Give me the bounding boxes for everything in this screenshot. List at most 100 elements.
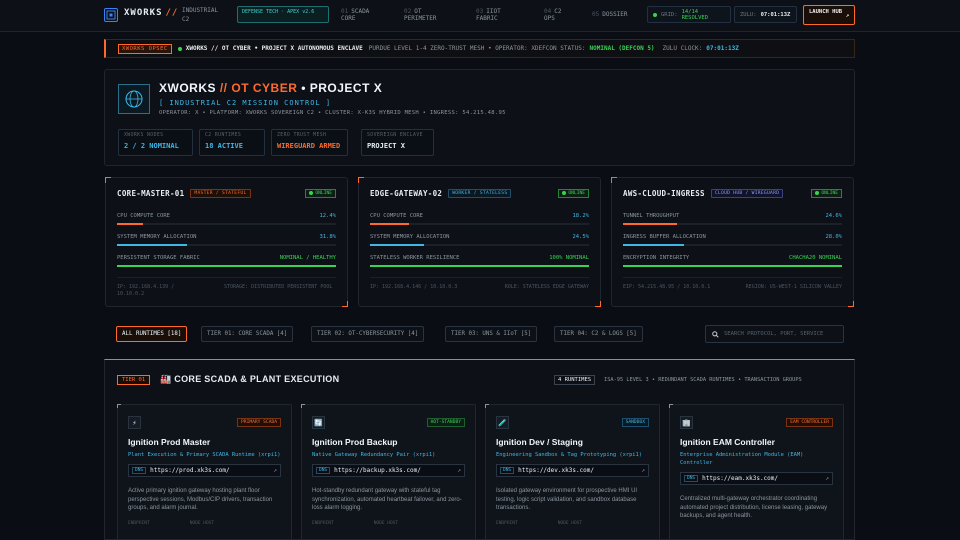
metric-value: 31.8%	[319, 234, 336, 240]
node-card-aws-ingress[interactable]: AWS-CLOUD-INGRESS CLOUD HUB / WIREGUARD …	[611, 177, 854, 307]
zulu-clock: ZULU: 07:01:13Z	[734, 6, 797, 23]
node-name: EDGE-GATEWAY-02	[370, 188, 443, 198]
external-link-icon: ↗	[273, 467, 277, 474]
service-description: Isolated gateway environment for prospec…	[496, 488, 638, 511]
search-input[interactable]: SEARCH PROTOCOL, PORT, SERVICE	[705, 325, 844, 343]
divider	[370, 277, 589, 278]
node-host-label: NODE HOST	[373, 520, 399, 526]
grid-status: GRID: 14/14 RESOLVED	[647, 6, 731, 23]
stat-value: 2 / 2 NOMINAL	[124, 142, 179, 150]
search-placeholder: SEARCH PROTOCOL, PORT, SERVICE	[724, 331, 824, 337]
service-url-link[interactable]: DNS https://eam.xk3s.com/ ↗	[680, 472, 833, 485]
service-url: https://eam.xk3s.com/	[702, 475, 778, 482]
service-card-prod-backup[interactable]: 🔄 HOT-STANDBY Ignition Prod Backup Native…	[301, 404, 476, 540]
nav-item-dossier[interactable]: 05 DOSSIER	[592, 11, 628, 18]
service-url-link[interactable]: DNS https://backup.xk3s.com/ ↗	[312, 464, 465, 477]
title-brand: XWORKS	[159, 81, 216, 95]
service-card-dev-staging[interactable]: 🧪 SANDBOX Ignition Dev / Staging Engineer…	[485, 404, 660, 540]
stat-label: ZERO TRUST MESH	[277, 133, 327, 138]
metric-bar	[117, 265, 336, 267]
logo-icon[interactable]	[104, 8, 118, 22]
metric-bar	[370, 244, 589, 246]
online-label: ONLINE	[568, 190, 585, 196]
metric-bar-fill	[623, 223, 677, 225]
node-ip: IP: 192.168.4.139 / 10.10.0.2	[117, 284, 175, 297]
stat-label: XWORKS NODES	[124, 133, 164, 138]
nav-item-c2-ops[interactable]: 04 C2 OPS	[544, 8, 574, 22]
globe-icon	[118, 84, 150, 114]
service-name: Ignition EAM Controller	[680, 437, 775, 447]
node-role-tag: CLOUD HUB / WIREGUARD	[710, 188, 784, 198]
metric-bar	[370, 265, 589, 267]
metric-value: 24.6%	[825, 213, 842, 219]
page-meta: OPERATOR: X • PLATFORM: XWORKS SOVEREIGN…	[159, 110, 506, 116]
filter-tier-02[interactable]: TIER 02: OT-CYBERSECURITY [4]	[311, 326, 425, 342]
stat-enclave: SOVEREIGN ENCLAVE PROJECT X	[361, 129, 434, 156]
node-card-edge-gateway[interactable]: EDGE-GATEWAY-02 WORKER / STATELESS ONLIN…	[358, 177, 601, 307]
dns-tag: DNS	[684, 475, 699, 482]
test-tube-icon: 🧪	[496, 416, 509, 429]
metric-value: 24.5%	[572, 234, 589, 240]
service-description: Centralized multi-gateway orchestrator c…	[680, 496, 828, 519]
nav-item-scada-core[interactable]: 01 SCADA CORE	[341, 8, 381, 22]
divider	[623, 277, 842, 278]
live-dot-icon	[177, 46, 182, 51]
status-dot-icon	[815, 191, 820, 195]
metric-bar-fill	[370, 244, 424, 246]
node-role: ROLE: STATELESS EDGE GATEWAY	[504, 284, 589, 290]
node-region: REGION: US-WEST-1 SILICON VALLEY	[745, 284, 842, 290]
online-label: ONLINE	[821, 190, 838, 196]
metric-bar-fill	[117, 244, 188, 246]
banner-detail: PURDUE LEVEL 1-4 ZERO-TRUST MESH • OPERA…	[368, 45, 586, 52]
online-badge: ONLINE	[305, 188, 336, 198]
grid-value: 14/14 RESOLVED	[681, 8, 709, 21]
online-badge: ONLINE	[811, 188, 842, 198]
divider	[117, 277, 336, 278]
stat-mesh: ZERO TRUST MESH WIREGUARD ARMED	[271, 129, 348, 156]
service-card-prod-master[interactable]: ⚡ PRIMARY SCADA Ignition Prod Master Plan…	[117, 404, 292, 540]
page-title: XWORKS // OT CYBER • PROJECT X	[159, 81, 382, 95]
launch-hub-button[interactable]: LAUNCH HUB ↗	[803, 5, 855, 25]
grid-label: GRID:	[661, 11, 678, 18]
filter-tier-04[interactable]: TIER 04: C2 & LOGS [5]	[554, 326, 643, 342]
node-role-tag: WORKER / STATELESS	[448, 188, 512, 198]
service-role: Enterprise Administration Module (EAM) C…	[680, 452, 804, 466]
nav-item-ot-perimeter[interactable]: 02 OT PERIMETER	[404, 8, 452, 22]
metric-label: CPU COMPUTE CORE	[117, 213, 170, 219]
brand[interactable]: XWORKS//	[124, 8, 181, 18]
corner-decoration	[301, 404, 305, 408]
stat-runtimes: C2 RUNTIMES 18 ACTIVE	[199, 129, 265, 156]
service-role: Engineering Sandbox & Tag Prototyping (x…	[496, 452, 643, 458]
refresh-icon: 🔄	[312, 416, 325, 429]
dns-tag: DNS	[316, 467, 331, 474]
filter-all-runtimes[interactable]: ALL RUNTIMES [18]	[116, 326, 188, 342]
title-accent: OT CYBER	[231, 81, 298, 95]
title-project: • PROJECT X	[301, 81, 383, 95]
nav-item-iiot-fabric[interactable]: 03 IIOT FABRIC	[476, 8, 516, 22]
tier-count-badge: 4 RUNTIMES	[554, 375, 596, 385]
service-url-link[interactable]: DNS https://dev.xk3s.com/ ↗	[496, 464, 649, 477]
metric-bar-fill	[117, 265, 336, 267]
filter-tier-03[interactable]: TIER 03: UNS & IIoT [5]	[445, 326, 538, 342]
corner-decoration	[669, 404, 673, 408]
filter-tier-01[interactable]: TIER 01: CORE SCADA [4]	[201, 326, 294, 342]
service-role: Native Gateway Redundancy Pair (xrpi1)	[312, 452, 436, 458]
stat-value: PROJECT X	[367, 142, 405, 150]
service-card-eam-controller[interactable]: 🏢 EAM CONTROLLER Ignition EAM Controller …	[669, 404, 844, 540]
metric-label: CPU COMPUTE CORE	[370, 213, 423, 219]
metric-bar	[117, 244, 336, 246]
banner-status: NOMINAL (DEFCON 5)	[589, 45, 655, 52]
service-url-link[interactable]: DNS https://prod.xk3s.com/ ↗	[128, 464, 281, 477]
metric-bar	[117, 223, 336, 225]
metric-label: SYSTEM MEMORY ALLOCATION	[370, 234, 450, 240]
metric-bar-fill	[117, 223, 144, 225]
nav-item-number: 05	[592, 11, 600, 18]
nav-item-number: 02	[404, 8, 412, 15]
tier-tag: TIER 01	[117, 375, 151, 385]
online-badge: ONLINE	[558, 188, 589, 198]
opsec-banner: XWORKS OPSEC XWORKS // OT CYBER • PROJEC…	[104, 39, 855, 58]
node-card-core-master[interactable]: CORE-MASTER-01 MASTER / STATEFUL ONLINE …	[105, 177, 348, 307]
nav-item-label: DOSSIER	[602, 11, 628, 18]
corner-decoration	[595, 301, 601, 307]
service-role: Plant Execution & Primary SCADA Runtime …	[128, 452, 281, 458]
